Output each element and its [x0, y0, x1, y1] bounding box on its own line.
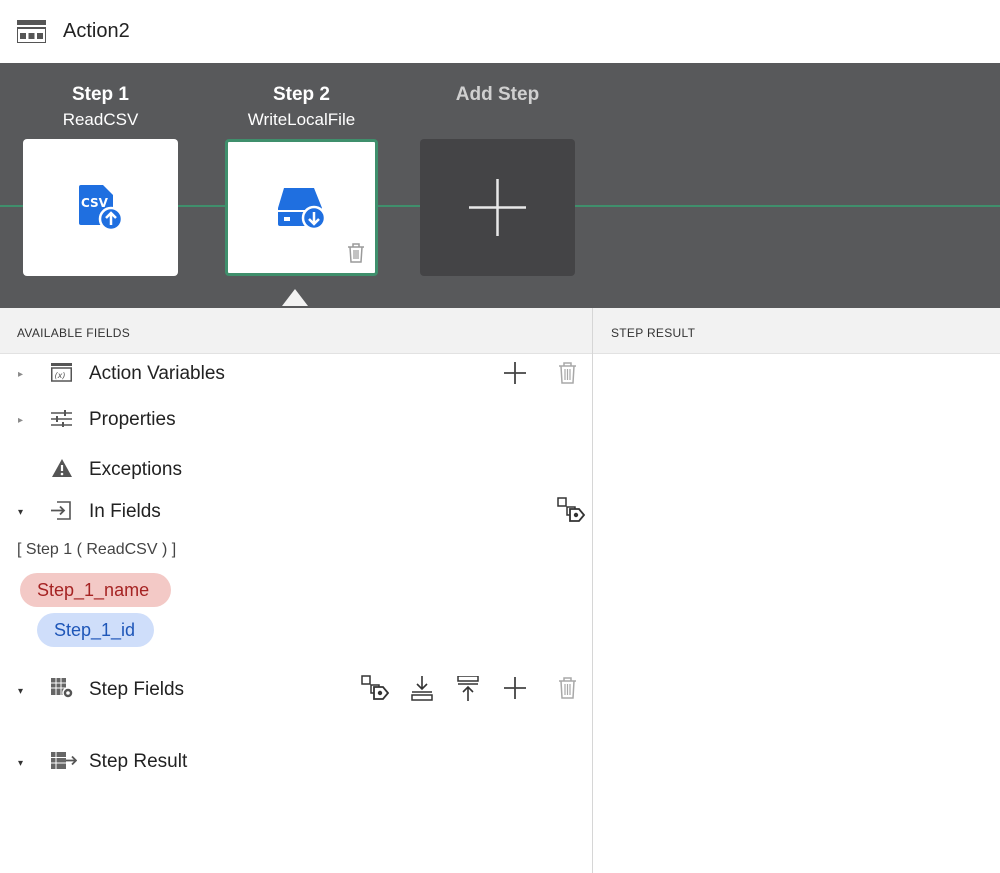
import-fields-icon[interactable] [411, 676, 433, 701]
action-table-icon [17, 20, 46, 43]
svg-text:CSV: CSV [81, 196, 109, 210]
add-step-field-icon[interactable] [504, 677, 526, 699]
step-result-label: Step Result [89, 751, 188, 772]
step-result-panel [593, 354, 1000, 873]
step-2-card[interactable] [225, 139, 378, 276]
plus-icon [469, 179, 526, 236]
step-1-header: Step 1 ReadCSV [23, 84, 178, 130]
collapsed-caret-icon[interactable]: ▸ [18, 415, 23, 426]
expanded-caret-icon[interactable]: ▾ [18, 758, 23, 769]
add-step-label: Add Step [455, 84, 540, 105]
field-pill-step-1-id[interactable]: Step_1_id [37, 613, 154, 647]
in-fields-source: [ Step 1 ( ReadCSV ) ] [17, 541, 177, 558]
step-2-name: WriteLocalFile [247, 110, 356, 129]
step-2-number: Step 2 [272, 84, 331, 105]
add-variable-icon[interactable] [504, 362, 526, 384]
variable-icon: (x) [51, 363, 72, 382]
step-result-icon [51, 752, 77, 769]
collapsed-caret-icon[interactable]: ▸ [18, 369, 23, 380]
csv-upload-icon: CSV [79, 185, 123, 231]
exceptions-label: Exceptions [89, 459, 182, 480]
available-fields-header: AVAILABLE FIELDS [0, 308, 592, 354]
step-2-header: Step 2 WriteLocalFile [225, 84, 378, 130]
sliders-icon [51, 410, 72, 427]
delete-step-icon[interactable] [347, 243, 365, 263]
step-1-number: Step 1 [71, 84, 130, 105]
title-bar: Action2 [0, 0, 1000, 63]
step-result-header: STEP RESULT [593, 308, 1000, 354]
warning-icon [52, 459, 72, 477]
window-title: Action2 [63, 20, 130, 42]
properties-label: Properties [89, 409, 176, 430]
in-fields-label: In Fields [89, 501, 161, 522]
step-result-title: STEP RESULT [611, 326, 696, 340]
input-fields-icon [51, 501, 71, 520]
available-fields-title: AVAILABLE FIELDS [17, 326, 131, 340]
selected-step-pointer [282, 289, 308, 306]
field-pill-step-1-name[interactable]: Step_1_name [20, 573, 171, 607]
step-1-name: ReadCSV [62, 110, 139, 129]
map-step-fields-icon[interactable] [361, 675, 389, 703]
expanded-caret-icon[interactable]: ▾ [18, 507, 23, 518]
delete-variable-icon[interactable] [558, 362, 577, 384]
step-fields-label: Step Fields [89, 679, 185, 700]
drive-download-icon [278, 188, 327, 231]
step-fields-settings-icon [51, 678, 74, 699]
expanded-caret-icon[interactable]: ▾ [18, 686, 23, 697]
add-step-button[interactable] [420, 139, 575, 276]
steps-band: Step 1 ReadCSV CSV Step 2 WriteLocalFile… [0, 63, 1000, 308]
step-1-card[interactable]: CSV [23, 139, 178, 276]
export-fields-icon[interactable] [457, 676, 479, 701]
action-variables-label: Action Variables [89, 363, 225, 384]
map-fields-icon[interactable] [557, 497, 585, 525]
svg-text:(x): (x) [55, 371, 66, 380]
delete-step-field-icon[interactable] [558, 677, 577, 699]
